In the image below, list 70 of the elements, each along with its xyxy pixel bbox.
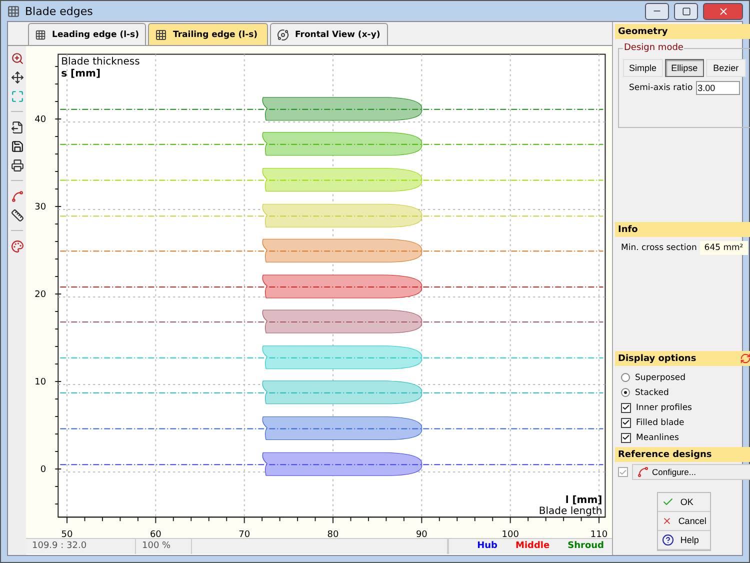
radio-button[interactable] <box>621 373 630 382</box>
y-tick-label: 20 <box>34 290 46 300</box>
curve-icon <box>637 466 649 478</box>
x-tick-label: 80 <box>327 530 339 538</box>
x-tick-label: 90 <box>416 530 428 538</box>
move-icon[interactable] <box>9 69 25 85</box>
export-icon[interactable] <box>9 119 25 135</box>
x-axis-label: l [mm] <box>565 495 602 506</box>
mode-button[interactable]: Ellipse <box>664 59 704 77</box>
curve-icon[interactable] <box>9 188 25 204</box>
option-label: Inner profiles <box>636 402 692 412</box>
tab[interactable]: Trailing edge (l-s) <box>148 23 268 45</box>
ratio-field[interactable]: 3.00 <box>696 81 740 95</box>
x-tick-label: 50 <box>61 530 73 538</box>
close-icon <box>718 6 728 16</box>
y-tick-label: 30 <box>34 202 46 212</box>
window-title: Blade edges <box>25 4 94 18</box>
app-icon <box>7 4 20 18</box>
option-label: Meanlines <box>636 432 679 442</box>
save-icon[interactable] <box>9 138 25 154</box>
legend-item: Middle <box>516 541 550 553</box>
configure-button[interactable]: Configure... <box>632 464 750 480</box>
section-header: Geometry <box>615 24 750 39</box>
checkbox[interactable] <box>621 418 631 428</box>
close-button[interactable] <box>703 2 743 20</box>
option-label: Stacked <box>635 388 669 398</box>
mode-button[interactable]: Bezier <box>706 59 746 77</box>
zoom-level: 100 % <box>136 539 192 554</box>
swirl-icon <box>277 28 289 40</box>
refresh-icon[interactable] <box>740 353 750 364</box>
cross-section-value: 645 mm² <box>700 241 748 255</box>
legend-item: Shroud <box>568 541 604 553</box>
ruler-icon[interactable] <box>9 207 25 223</box>
help-icon <box>662 534 674 546</box>
zoom-icon[interactable] <box>9 50 25 66</box>
field-label: Min. cross section <box>621 243 697 253</box>
print-icon[interactable] <box>9 157 25 173</box>
tab[interactable]: Leading edge (l-s) <box>28 23 146 45</box>
check-icon <box>662 496 674 508</box>
mode-button[interactable]: Simple <box>623 59 663 77</box>
section-header: Info <box>615 222 750 237</box>
checkbox[interactable] <box>621 432 631 442</box>
x-tick-label: 70 <box>238 530 250 538</box>
x-tick-label: 60 <box>150 530 162 538</box>
radio-button[interactable] <box>621 388 630 397</box>
maximize-button[interactable] <box>674 2 698 20</box>
legend-item: Hub <box>477 541 498 553</box>
section-title: Display options <box>618 354 696 364</box>
option-label: Superposed <box>635 372 686 382</box>
close-icon <box>662 515 672 527</box>
tab[interactable]: Frontal View (x-y) <box>270 23 388 45</box>
chart-title: Blade thickness <box>61 56 140 68</box>
minimize-button[interactable] <box>645 2 669 20</box>
section-header: Reference designs <box>615 447 750 462</box>
group-title: Design mode <box>623 43 684 53</box>
x-tick-label: 100 <box>502 530 519 538</box>
y-tick-label: 40 <box>34 115 46 125</box>
y-tick-label: 10 <box>34 378 46 388</box>
field-label: Semi-axis ratio <box>629 83 693 93</box>
maximize-icon <box>682 6 690 16</box>
checkbox[interactable] <box>621 402 631 412</box>
grid-icon <box>155 28 167 40</box>
y-axis-label: s [mm] <box>61 68 101 80</box>
cursor-position: 109.9 : 32.0 <box>26 539 136 554</box>
x-axis-caption: Blade length <box>538 506 602 518</box>
x-tick-label: 110 <box>590 530 608 538</box>
palette-icon[interactable] <box>9 238 25 254</box>
grid-icon <box>35 28 46 40</box>
option-label: Filled blade <box>636 418 684 428</box>
y-tick-label: 0 <box>40 465 46 475</box>
